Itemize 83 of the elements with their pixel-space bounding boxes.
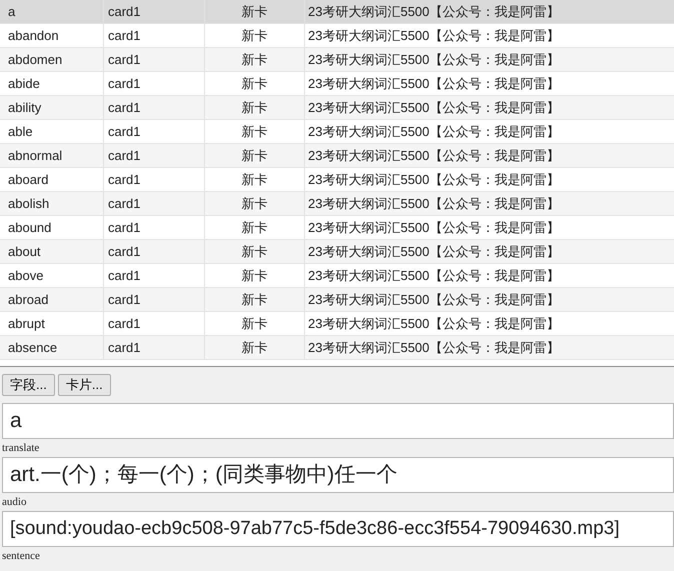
input-field[interactable]: a <box>2 403 674 439</box>
table-row[interactable]: abrupt card1 新卡 23考研大纲词汇5500【公众号：我是阿雷】 <box>0 312 674 336</box>
table-row[interactable]: abnormal card1 新卡 23考研大纲词汇5500【公众号：我是阿雷】 <box>0 144 674 168</box>
table-cell-text: 23考研大纲词汇5500【公众号：我是阿雷】 <box>308 146 560 165</box>
field-label: audio <box>1 496 28 509</box>
table-cell-text: 23考研大纲词汇5500【公众号：我是阿雷】 <box>308 170 560 189</box>
table-cell-text: card1 <box>108 146 141 165</box>
table-cell-text: 新卡 <box>242 218 268 237</box>
table-cell-text: card1 <box>108 2 141 21</box>
table-row[interactable]: abolish card1 新卡 23考研大纲词汇5500【公众号：我是阿雷】 <box>0 192 674 216</box>
table-cell-text: 23考研大纲词汇5500【公众号：我是阿雷】 <box>308 314 560 333</box>
table-cell-text: about <box>8 242 41 261</box>
input-field[interactable]: art.一(个)；每一(个)；(同类事物中)任一个 <box>2 457 674 493</box>
table-cell-text: card1 <box>108 314 141 333</box>
table-row[interactable]: absence card1 新卡 23考研大纲词汇5500【公众号：我是阿雷】 <box>0 336 674 360</box>
table-cell-text: 23考研大纲词汇5500【公众号：我是阿雷】 <box>308 122 560 141</box>
table-cell-text: card1 <box>108 218 141 237</box>
table-cell-text: abnormal <box>8 146 62 165</box>
table-cell-text: 23考研大纲词汇5500【公众号：我是阿雷】 <box>308 26 560 45</box>
table-cell-text: abandon <box>8 26 59 45</box>
table-cell-text: 新卡 <box>242 146 268 165</box>
table-row[interactable]: a card1 新卡 23考研大纲词汇5500【公众号：我是阿雷】 <box>0 0 674 24</box>
table-cell-text: 新卡 <box>242 98 268 117</box>
table-cell-text: 新卡 <box>242 266 268 285</box>
table-cell-text: card1 <box>108 242 141 261</box>
table-cell-text: 新卡 <box>242 74 268 93</box>
table-cell-text: ability <box>8 98 42 117</box>
table-row[interactable]: ability card1 新卡 23考研大纲词汇5500【公众号：我是阿雷】 <box>0 96 674 120</box>
table-cell-text: 新卡 <box>242 50 268 69</box>
table-cell-text: card1 <box>108 170 141 189</box>
table-cell-text: 新卡 <box>242 2 268 21</box>
table-row[interactable]: abandon card1 新卡 23考研大纲词汇5500【公众号：我是阿雷】 <box>0 24 674 48</box>
table-cell-text: 23考研大纲词汇5500【公众号：我是阿雷】 <box>308 338 560 357</box>
field-label: translate <box>1 442 40 455</box>
table-cell-text: card1 <box>108 194 141 213</box>
table-row[interactable]: about card1 新卡 23考研大纲词汇5500【公众号：我是阿雷】 <box>0 240 674 264</box>
table-cell-text: 23考研大纲词汇5500【公众号：我是阿雷】 <box>308 2 560 21</box>
table-row[interactable]: abdomen card1 新卡 23考研大纲词汇5500【公众号：我是阿雷】 <box>0 48 674 72</box>
table-row[interactable]: abound card1 新卡 23考研大纲词汇5500【公众号：我是阿雷】 <box>0 216 674 240</box>
table-cell-text: 23考研大纲词汇5500【公众号：我是阿雷】 <box>308 98 560 117</box>
table-cell-text: a <box>8 2 16 21</box>
table-cell-text: 23考研大纲词汇5500【公众号：我是阿雷】 <box>308 242 560 261</box>
table-row[interactable]: abide card1 新卡 23考研大纲词汇5500【公众号：我是阿雷】 <box>0 72 674 96</box>
table-cell-text: abdomen <box>8 50 62 69</box>
table-row[interactable]: abroad card1 新卡 23考研大纲词汇5500【公众号：我是阿雷】 <box>0 288 674 312</box>
table-cell-text: card1 <box>108 98 141 117</box>
table-cell-text: able <box>8 122 33 141</box>
table-cell-text: 23考研大纲词汇5500【公众号：我是阿雷】 <box>308 218 560 237</box>
table-cell-text: absence <box>8 338 58 357</box>
table-cell-text: abroad <box>8 290 48 309</box>
table-cell-text: above <box>8 266 44 285</box>
table-cell-text: aboard <box>8 170 48 189</box>
table-cell-text: abide <box>8 74 40 93</box>
field-label: sentence <box>1 550 41 563</box>
table-cell-text: 新卡 <box>242 170 268 189</box>
table-cell-text: 23考研大纲词汇5500【公众号：我是阿雷】 <box>308 74 560 93</box>
table-cell-text: 23考研大纲词汇5500【公众号：我是阿雷】 <box>308 266 560 285</box>
table-cell-text: card1 <box>108 338 141 357</box>
table-cell-text: 23考研大纲词汇5500【公众号：我是阿雷】 <box>308 50 560 69</box>
input-field[interactable]: [sound:youdao-ecb9c508-97ab77c5-f5de3c86-ecc3f554-79094630.mp3] <box>2 511 674 547</box>
table-cell-text: 23考研大纲词汇5500【公众号：我是阿雷】 <box>308 194 560 213</box>
table-cell-text: card1 <box>108 50 141 69</box>
table-cell-text: abound <box>8 218 52 237</box>
table-cell-text: 新卡 <box>242 242 268 261</box>
table-cell-text: card1 <box>108 74 141 93</box>
toolbar-button[interactable]: 字段... <box>2 374 55 396</box>
table-cell-text: 23考研大纲词汇5500【公众号：我是阿雷】 <box>308 290 560 309</box>
table-cell-text: 新卡 <box>242 290 268 309</box>
table-cell-text: card1 <box>108 290 141 309</box>
table-cell-text: card1 <box>108 122 141 141</box>
table-cell-text: card1 <box>108 26 141 45</box>
toolbar-button[interactable]: 卡片... <box>58 374 111 396</box>
table-cell-text: abolish <box>8 194 50 213</box>
table-cell-text: 新卡 <box>242 314 268 333</box>
table-cell-text: 新卡 <box>242 122 268 141</box>
table-cell-text: abrupt <box>8 314 45 333</box>
table-cell-text: 新卡 <box>242 338 268 357</box>
table-row[interactable]: above card1 新卡 23考研大纲词汇5500【公众号：我是阿雷】 <box>0 264 674 288</box>
table-row[interactable]: able card1 新卡 23考研大纲词汇5500【公众号：我是阿雷】 <box>0 120 674 144</box>
table-cell-text: 新卡 <box>242 26 268 45</box>
table-cell-text: 新卡 <box>242 194 268 213</box>
table-row[interactable]: aboard card1 新卡 23考研大纲词汇5500【公众号：我是阿雷】 <box>0 168 674 192</box>
table-cell-text: card1 <box>108 266 141 285</box>
